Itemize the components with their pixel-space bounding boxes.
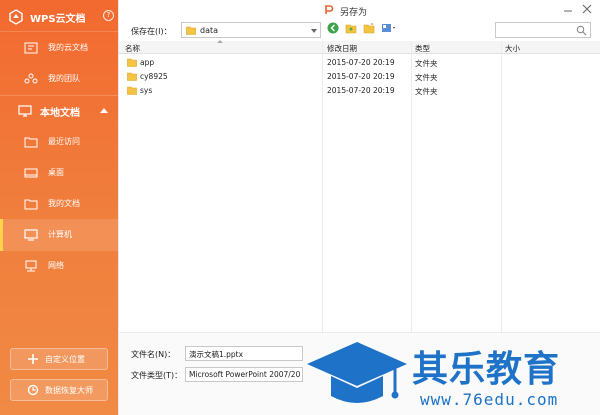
desktop-icon — [24, 168, 38, 178]
file-name: sys — [140, 86, 153, 95]
my-docs-folder-icon — [24, 199, 38, 210]
button-label: 自定义位置 — [45, 354, 85, 364]
title-bar: 另存为 — [119, 0, 600, 20]
chevron-up-icon — [100, 108, 108, 113]
sidebar-item-label: 最近访问 — [48, 137, 80, 146]
chevron-down-icon — [311, 29, 317, 33]
sort-arrow-icon — [217, 40, 223, 43]
search-icon — [576, 25, 587, 36]
file-modified: 2015-07-20 20:19 — [327, 58, 395, 67]
network-icon — [25, 260, 37, 272]
sidebar-item-network[interactable]: 网络 — [0, 250, 118, 282]
file-name: app — [140, 58, 155, 67]
monitor-icon — [18, 105, 32, 117]
sidebar-item-label: 桌面 — [48, 168, 64, 177]
team-icon — [24, 73, 38, 84]
file-list-row[interactable]: cy8925 2015-07-20 20:19 文件夹 — [119, 70, 600, 84]
help-button[interactable]: ? — [103, 10, 114, 21]
brand: WPS云文档 — [8, 6, 86, 28]
wps-cloud-logo-icon — [9, 9, 23, 25]
up-folder-icon[interactable] — [345, 22, 357, 34]
folder-icon — [127, 58, 137, 67]
back-icon[interactable] — [327, 22, 339, 34]
filetype-label: 文件类型(T)： — [131, 371, 183, 380]
plus-icon — [28, 354, 38, 364]
button-label: 数据恢复大师 — [45, 385, 93, 395]
recent-folder-icon — [24, 137, 38, 148]
watermark-title: 其乐教育 — [412, 349, 561, 390]
filetype-dropdown[interactable]: Microsoft PowerPoint 2007/2010 — [185, 367, 303, 382]
cloud-docs-icon — [24, 42, 38, 54]
sidebar-item-my-team[interactable]: 我的团队 — [0, 63, 118, 95]
file-list-row[interactable]: sys 2015-07-20 20:19 文件夹 — [119, 84, 600, 98]
minimize-icon[interactable] — [562, 3, 574, 15]
search-input[interactable] — [495, 22, 591, 38]
sidebar-item-label: 网络 — [48, 261, 64, 270]
file-modified: 2015-07-20 20:19 — [327, 86, 395, 95]
file-list-header: 名称 修改日期 类型 大小 — [119, 41, 600, 54]
sidebar-item-my-documents[interactable]: 我的文档 — [0, 188, 118, 220]
filename-input[interactable]: 演示文稿1.pptx — [185, 346, 303, 361]
sidebar-item-label: 我的文档 — [48, 199, 80, 208]
file-type: 文件夹 — [415, 87, 438, 96]
sidebar-section-local-docs[interactable]: 本地文档 — [0, 95, 118, 127]
sidebar-item-label: 计算机 — [48, 230, 72, 239]
sidebar-item-label: 我的云文档 — [48, 43, 88, 52]
folder-icon — [127, 86, 137, 95]
column-header-name[interactable]: 名称 — [125, 43, 140, 54]
filename-value: 演示文稿1.pptx — [189, 350, 244, 359]
folder-icon — [186, 26, 196, 35]
data-recovery-button[interactable]: 数据恢复大师 — [10, 379, 108, 401]
save-in-value: data — [200, 26, 219, 35]
sidebar-item-my-cloud-docs[interactable]: 我的云文档 — [0, 32, 118, 64]
file-type: 文件夹 — [415, 59, 438, 68]
section-label: 本地文档 — [40, 108, 80, 119]
column-header-type[interactable]: 类型 — [415, 43, 430, 54]
sidebar: WPS云文档 ? 我的云文档 我的团队 本地文档 最近访问 桌面 我的文档 计算… — [0, 0, 118, 415]
sidebar-item-desktop[interactable]: 桌面 — [0, 157, 118, 189]
column-header-modified[interactable]: 修改日期 — [327, 43, 357, 54]
filetype-value: Microsoft PowerPoint 2007/2010 — [189, 370, 301, 379]
recovery-icon — [27, 384, 39, 396]
save-in-label: 保存在(I)： — [131, 27, 172, 36]
brand-name: WPS云文档 — [30, 13, 86, 25]
file-list-row[interactable]: app 2015-07-20 20:19 文件夹 — [119, 56, 600, 70]
file-modified: 2015-07-20 20:19 — [327, 72, 395, 81]
add-custom-location-button[interactable]: 自定义位置 — [10, 348, 108, 370]
file-type: 文件夹 — [415, 73, 438, 82]
column-header-size[interactable]: 大小 — [505, 43, 520, 54]
new-folder-icon[interactable] — [363, 22, 375, 34]
computer-icon — [24, 229, 38, 241]
watermark-url: www.76edu.com — [420, 390, 559, 409]
sidebar-item-recent[interactable]: 最近访问 — [0, 126, 118, 158]
sidebar-item-computer[interactable]: 计算机 — [0, 219, 118, 251]
wps-presentation-icon — [325, 5, 334, 14]
graduation-cap-logo — [307, 342, 407, 403]
close-icon[interactable] — [581, 3, 593, 15]
filename-label: 文件名(N)： — [131, 350, 176, 359]
sidebar-item-label: 我的团队 — [48, 74, 80, 83]
active-indicator — [0, 219, 3, 251]
file-name: cy8925 — [140, 72, 168, 81]
save-in-dropdown[interactable]: data — [181, 22, 321, 38]
dialog-title: 另存为 — [340, 8, 368, 18]
folder-icon — [127, 72, 137, 81]
view-menu-icon[interactable] — [381, 22, 397, 34]
